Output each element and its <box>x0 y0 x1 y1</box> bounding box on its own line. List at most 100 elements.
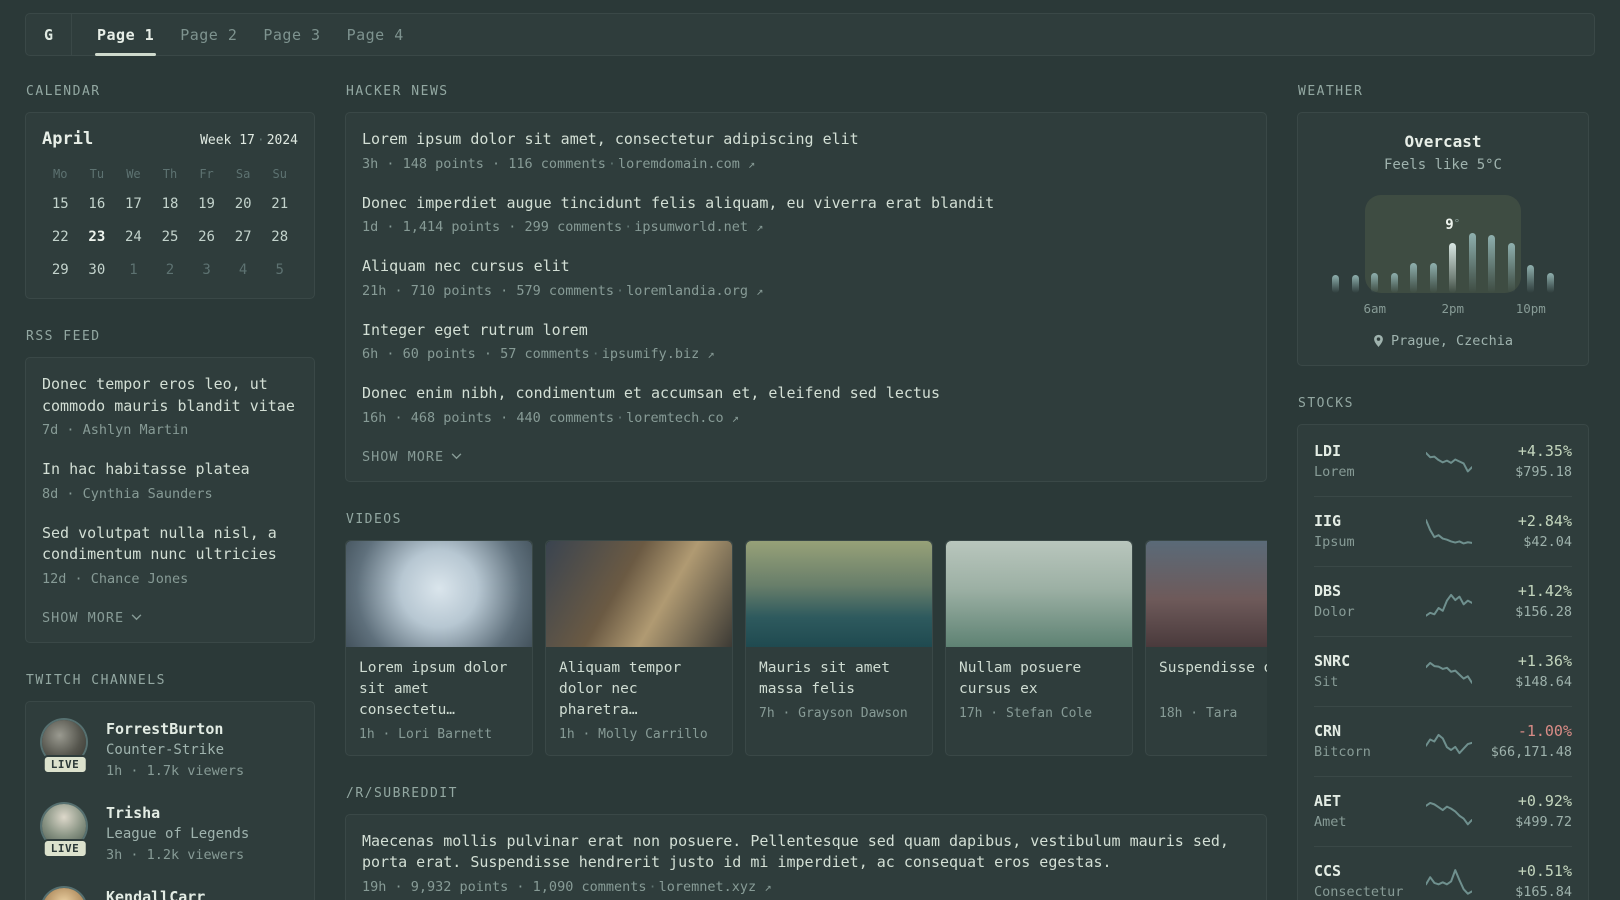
hn-item-meta: 1d · 1,414 points · 299 comments · ipsumwo… <box>362 219 764 235</box>
widget-title-hacker-news: HACKER NEWS <box>346 84 449 99</box>
hn-item-title[interactable]: Integer eget rutrum lorem <box>362 320 1250 342</box>
hn-item-domain-link[interactable]: ipsumify.biz <box>602 346 700 362</box>
hn-item-domain-link[interactable]: loremtech.co <box>626 410 724 426</box>
rss-item-title[interactable]: Donec tempor eros leo, ut commodo mauris… <box>42 374 298 417</box>
rss-item-meta: 8d · Cynthia Saunders <box>42 485 213 502</box>
calendar-weekday: Sa <box>235 167 251 181</box>
tab-page-3[interactable]: Page 3 <box>250 14 333 55</box>
calendar-day: 19 <box>198 196 215 212</box>
weather-location: Prague, Czechia <box>1314 333 1572 349</box>
calendar-day: 15 <box>51 196 69 212</box>
rss-item-title[interactable]: In hac habitasse platea <box>42 459 298 481</box>
video-meta: 18h · Tara <box>1159 705 1238 721</box>
calendar-weekday: Su <box>272 167 287 181</box>
avatar <box>42 887 86 900</box>
rss-item: In hac habitasse platea 8d · Cynthia Sau… <box>42 459 298 504</box>
hn-item-domain-link[interactable]: loremdomain.com <box>618 156 740 172</box>
stock-sparkline <box>1426 863 1472 899</box>
hn-item-domain-link[interactable]: ipsumworld.net <box>634 219 748 235</box>
subreddit-post: Maecenas mollis pulvinar erat non posuer… <box>362 831 1250 897</box>
hn-show-more-button[interactable]: SHOW MORE <box>362 449 462 465</box>
video-title: Lorem ipsum dolor sit amet consectetu… <box>359 659 508 718</box>
twitch-channel-row[interactable]: KendallCarr <box>42 886 298 900</box>
hn-item: Lorem ipsum dolor sit amet, consectetur … <box>362 129 1250 174</box>
calendar-day: 25 <box>161 229 179 245</box>
stock-row[interactable]: IIG Ipsum +2.84% $42.04 <box>1314 496 1572 566</box>
widget-title-calendar: CALENDAR <box>26 84 101 99</box>
tab-page-2[interactable]: Page 2 <box>167 14 250 55</box>
stock-change: +1.42% <box>1517 582 1572 600</box>
video-card[interactable]: Mauris sit amet massa felis 7h · Grayson… <box>745 539 933 756</box>
twitch-channel-name: KendallCarr <box>106 887 206 900</box>
calendar-day: 22 <box>51 229 69 245</box>
app-logo: G <box>26 14 72 55</box>
top-nav: G Page 1 Page 2 Page 3 Page 4 <box>25 13 1595 56</box>
widget-title-subreddit: /R/SUBREDDIT <box>346 785 458 801</box>
stock-row[interactable]: CCS Consectetur +0.51% $165.84 <box>1314 846 1572 900</box>
hacker-news-widget: HACKER NEWS Lorem ipsum dolor sit amet, … <box>345 84 1267 482</box>
stock-change: +2.84% <box>1517 512 1572 530</box>
rss-item-meta: 12d · Chance Jones <box>42 570 189 587</box>
video-card[interactable]: Nullam posuere cursus ex 17h · Stefan Co… <box>945 539 1133 756</box>
hn-item: Integer eget rutrum lorem 6h · 60 points… <box>362 320 1250 365</box>
video-card[interactable]: Suspendisse diam 18h · Tara <box>1145 539 1267 756</box>
stock-price: $165.84 <box>1515 884 1572 900</box>
stock-price: $156.28 <box>1515 604 1572 620</box>
videos-widget: VIDEOS Lorem ipsum dolor sit amet consec… <box>345 512 1267 756</box>
stock-name: Bitcorn <box>1314 744 1371 760</box>
hn-item-domain-link[interactable]: loremlandia.org <box>626 283 748 299</box>
twitch-channel-game: League of Legends <box>106 825 250 842</box>
tab-page-1[interactable]: Page 1 <box>84 14 167 56</box>
hn-item-title[interactable]: Aliquam nec cursus elit <box>362 256 1250 278</box>
hn-item: Aliquam nec cursus elit 21h · 710 points… <box>362 256 1250 301</box>
subreddit-post-title[interactable]: Maecenas mollis pulvinar erat non posuer… <box>362 831 1250 874</box>
stock-change: +0.92% <box>1517 792 1572 810</box>
stock-row[interactable]: LDI Lorem +4.35% $795.18 <box>1314 427 1572 496</box>
stock-change: +1.36% <box>1517 652 1572 670</box>
video-meta: 1h · Lori Barnett <box>359 726 493 742</box>
rss-widget: RSS FEED Donec tempor eros leo, ut commo… <box>25 329 315 643</box>
rss-show-more-button[interactable]: SHOW MORE <box>42 610 142 626</box>
video-meta: 7h · Grayson Dawson <box>759 705 908 721</box>
video-thumbnail <box>1146 540 1267 647</box>
stock-row[interactable]: CRN Bitcorn -1.00% $66,171.48 <box>1314 706 1572 776</box>
calendar-weekday: We <box>126 167 141 181</box>
hn-item-title[interactable]: Donec enim nibh, condimentum et accumsan… <box>362 383 1250 405</box>
calendar-day: 28 <box>271 229 289 245</box>
stock-sparkline <box>1426 723 1472 759</box>
tab-page-4[interactable]: Page 4 <box>334 14 417 55</box>
rss-item-meta: 7d · Ashlyn Martin <box>42 422 189 438</box>
stock-name: Dolor <box>1314 604 1355 620</box>
video-card[interactable]: Aliquam tempor dolor nec pharetra… 1h · … <box>545 539 733 756</box>
subreddit-post-domain-link[interactable]: loremnet.xyz <box>659 879 757 895</box>
page-tabs: Page 1 Page 2 Page 3 Page 4 <box>72 14 417 56</box>
twitch-channel-row[interactable]: LIVE Trisha League of Legends 3h · 1.2k … <box>42 802 298 865</box>
video-card[interactable]: Lorem ipsum dolor sit amet consectetu… 1… <box>345 539 533 756</box>
widget-title-weather: WEATHER <box>1298 84 1364 99</box>
stock-change: -1.00% <box>1517 722 1572 740</box>
stock-name: Consectetur <box>1314 884 1404 900</box>
widget-title-rss: RSS FEED <box>26 329 101 344</box>
hn-item-title[interactable]: Donec imperdiet augue tincidunt felis al… <box>362 193 1250 215</box>
twitch-channel-row[interactable]: LIVE ForrestBurton Counter-Strike 1h · 1… <box>42 718 298 781</box>
twitch-card: LIVE ForrestBurton Counter-Strike 1h · 1… <box>25 700 315 900</box>
twitch-channel-meta: 1h · 1.7k viewers <box>106 762 245 779</box>
widget-title-twitch: TWITCH CHANNELS <box>26 672 166 688</box>
external-link-icon: ↗ <box>756 283 764 298</box>
hn-item-meta: 21h · 710 points · 579 comments · loremlan… <box>362 282 764 299</box>
stock-row[interactable]: AET Amet +0.92% $499.72 <box>1314 776 1572 846</box>
hn-item-title[interactable]: Lorem ipsum dolor sit amet, consectetur … <box>362 129 1250 151</box>
stock-row[interactable]: DBS Dolor +1.42% $156.28 <box>1314 566 1572 636</box>
stock-row[interactable]: SNRC Sit +1.36% $148.64 <box>1314 636 1572 706</box>
rss-item-title[interactable]: Sed volutpat nulla nisl, a condimentum n… <box>42 523 298 566</box>
stock-sparkline <box>1426 653 1472 689</box>
external-link-icon: ↗ <box>707 347 715 361</box>
stock-name: Lorem <box>1314 464 1355 480</box>
subreddit-card: Maecenas mollis pulvinar erat non posuer… <box>345 813 1267 900</box>
rss-card: Donec tempor eros leo, ut commodo mauris… <box>25 357 315 643</box>
stock-symbol: DBS <box>1314 582 1342 600</box>
stock-name: Ipsum <box>1314 534 1355 550</box>
hn-item: Donec imperdiet augue tincidunt felis al… <box>362 193 1250 238</box>
calendar-day: 30 <box>88 262 106 278</box>
hacker-news-card: Lorem ipsum dolor sit amet, consectetur … <box>345 112 1267 482</box>
